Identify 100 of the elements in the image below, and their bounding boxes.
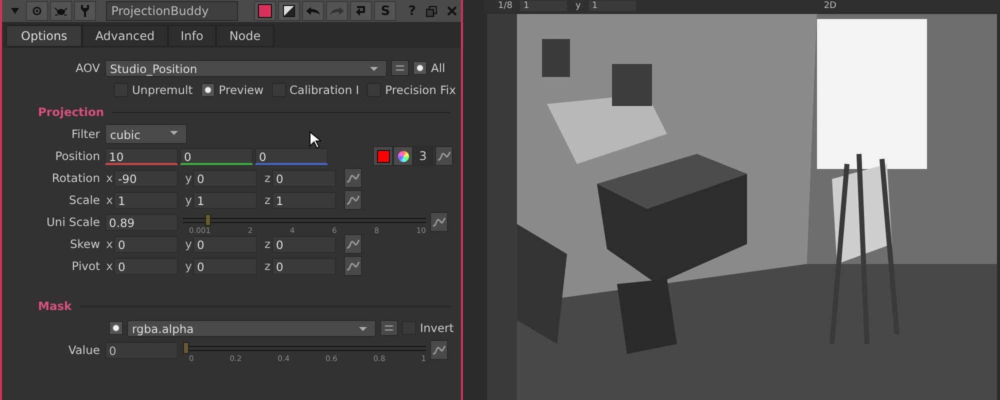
link-button[interactable] <box>380 320 398 336</box>
input-field[interactable]: 0 <box>193 170 257 186</box>
font-color-button[interactable] <box>278 1 300 21</box>
collapse-icon[interactable] <box>10 7 20 15</box>
input-field[interactable]: -90 <box>114 170 178 186</box>
bug-icon[interactable] <box>50 1 72 21</box>
axis-label: y <box>184 237 193 251</box>
input-field[interactable]: 0 <box>114 258 178 274</box>
axis-label: z <box>263 193 272 207</box>
input-field[interactable]: 0.89 <box>105 214 178 230</box>
equals-icon <box>396 65 404 71</box>
field-label: Scale <box>68 193 101 207</box>
axis-label: y <box>184 259 193 273</box>
input-field[interactable]: 0 <box>180 148 253 164</box>
gamma-field[interactable]: 1 <box>588 1 636 11</box>
field-label: Skew <box>68 237 101 251</box>
axis-label: x <box>105 259 114 273</box>
float-icon[interactable] <box>426 6 437 16</box>
checkbox[interactable] <box>200 83 215 97</box>
section-heading: Mask <box>38 299 72 313</box>
channel-count-button[interactable]: 3 <box>413 146 433 166</box>
input-field[interactable]: 0 <box>193 258 257 274</box>
frame-label: 1/8 <box>498 1 512 11</box>
tab[interactable]: Options <box>6 25 82 47</box>
curve-icon <box>346 260 360 272</box>
animation-button[interactable] <box>435 146 453 166</box>
slider-handle[interactable] <box>204 214 211 226</box>
tab[interactable]: Node <box>216 25 274 47</box>
gain-field[interactable]: 1 <box>520 1 568 11</box>
animation-button[interactable] <box>344 190 362 210</box>
slider-handle[interactable] <box>183 342 189 354</box>
input-field[interactable]: 0 <box>255 148 328 164</box>
input-field[interactable]: 0 <box>272 258 336 274</box>
axis-label: z <box>263 237 272 251</box>
checkbox[interactable] <box>109 321 123 335</box>
input-field[interactable]: 0 <box>105 342 178 358</box>
input-field[interactable]: 10 <box>105 148 178 164</box>
input-field[interactable]: 0 <box>272 236 336 252</box>
checkbox-label: All <box>431 61 446 75</box>
checkbox-label: Invert <box>420 321 454 335</box>
section-heading: Projection <box>38 105 104 119</box>
axis-label: y <box>184 193 193 207</box>
mask-channel-dropdown[interactable]: rgba.alpha <box>127 320 376 336</box>
half-square-icon <box>283 5 296 17</box>
axis-label: y <box>184 171 193 185</box>
curve-icon <box>437 150 451 162</box>
field-label: Filter <box>70 127 101 141</box>
tile-color-swatch <box>258 4 272 18</box>
view-mode-dropdown[interactable]: 2D <box>824 1 836 11</box>
input-field[interactable]: 0 <box>114 236 178 252</box>
tab[interactable]: Info <box>168 25 216 47</box>
field-label: Value <box>67 343 101 357</box>
axis-label: x <box>105 171 114 185</box>
input-field[interactable]: 1 <box>114 192 178 208</box>
input-field[interactable]: 1 <box>193 192 257 208</box>
filter-dropdown[interactable]: cubic <box>105 124 187 144</box>
axis-label: x <box>105 193 114 207</box>
axis-label: z <box>263 171 272 185</box>
revert-icon[interactable] <box>350 1 372 21</box>
field-label: Pivot <box>70 259 101 273</box>
animation-button[interactable] <box>344 256 362 276</box>
field-label: Position <box>54 149 101 163</box>
gamma-label: y <box>575 1 581 11</box>
animation-button[interactable] <box>344 234 362 254</box>
field-label: Uni Scale <box>46 215 101 229</box>
node-name-field[interactable]: ProjectionBuddy <box>106 1 238 21</box>
animation-button[interactable] <box>344 168 362 188</box>
input-field[interactable]: 1 <box>272 192 336 208</box>
view-node-button[interactable] <box>26 1 48 21</box>
color-wheel-icon[interactable] <box>393 146 413 166</box>
wrench-icon[interactable] <box>74 1 96 21</box>
curve-icon <box>346 172 360 184</box>
curve-icon <box>346 238 360 250</box>
tile-color-button[interactable] <box>254 1 276 21</box>
input-field[interactable]: 0 <box>272 170 336 186</box>
color-swatch-button[interactable] <box>373 146 393 166</box>
input-field[interactable]: 0 <box>193 236 257 252</box>
redo-icon[interactable] <box>326 1 348 21</box>
checkbox-label: Unpremult <box>132 83 193 97</box>
curve-icon <box>432 344 446 356</box>
field-label: AOV <box>74 61 101 75</box>
link-button[interactable] <box>391 60 409 76</box>
curve-icon <box>432 216 446 228</box>
tab[interactable]: Advanced <box>82 25 168 47</box>
mouse-cursor-icon <box>309 131 321 149</box>
animation-button[interactable] <box>430 340 448 360</box>
checkbox[interactable] <box>413 61 427 75</box>
axis-label: z <box>263 259 272 273</box>
target-icon <box>32 6 42 16</box>
aov-dropdown[interactable]: Studio_Position <box>105 60 387 76</box>
animation-button[interactable] <box>430 212 448 232</box>
close-icon[interactable] <box>446 6 457 16</box>
axis-label: x <box>105 237 114 251</box>
curve-icon <box>346 194 360 206</box>
checkbox-label: Preview <box>218 83 264 97</box>
checkbox-label: Calibration I <box>290 83 360 97</box>
color-swatch <box>376 150 390 162</box>
checkbox-label: Precision Fix <box>385 83 456 97</box>
equals-icon <box>385 325 393 331</box>
field-label: Rotation <box>50 171 101 185</box>
